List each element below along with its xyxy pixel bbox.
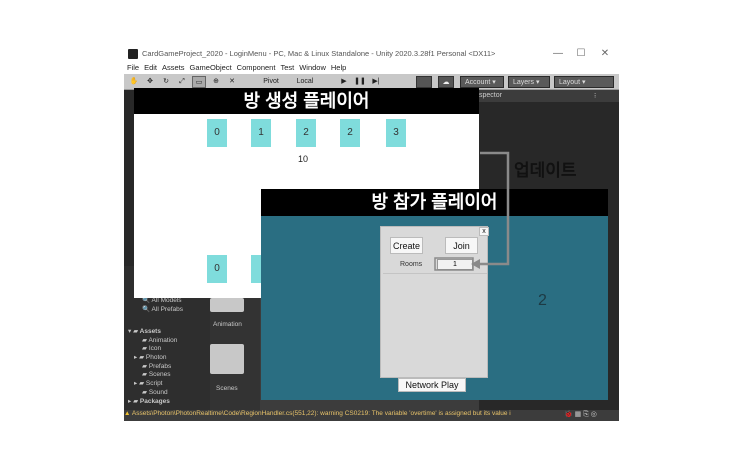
update-arrow xyxy=(434,151,510,271)
update-label: 업데이트 xyxy=(514,161,577,180)
